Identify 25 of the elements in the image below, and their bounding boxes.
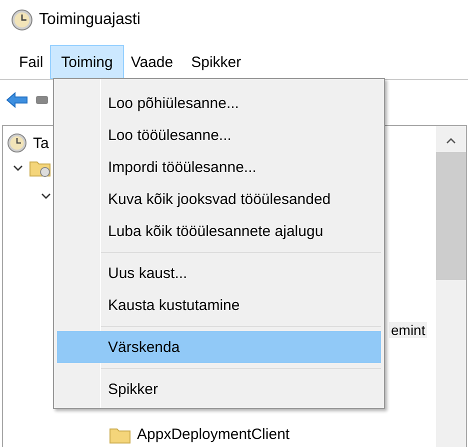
back-arrow-icon[interactable]	[6, 92, 28, 108]
scroll-up-icon[interactable]	[446, 138, 456, 144]
folder-icon	[109, 426, 131, 444]
tree-item[interactable]: emint	[389, 322, 428, 338]
menu-item[interactable]: Luba kõik tööülesannete ajalugu	[57, 215, 381, 247]
tree-item[interactable]: Ta	[33, 134, 49, 152]
menu-item[interactable]: Uus kaust...	[57, 257, 381, 289]
folder-clock-icon	[29, 159, 51, 177]
menu-item[interactable]: Loo põhiülesanne...	[57, 87, 381, 119]
menu-item[interactable]: Värskenda	[57, 331, 381, 363]
menu-item[interactable]: Toiming	[50, 45, 124, 79]
chevron-icon[interactable]	[13, 165, 23, 171]
clock-icon	[7, 133, 27, 153]
chevron-icon[interactable]	[41, 193, 51, 199]
clock-icon	[11, 9, 33, 31]
menu-item[interactable]: Impordi tööülesanne...	[57, 151, 381, 183]
menu-item[interactable]: Loo tööülesanne...	[57, 119, 381, 151]
scrollbar[interactable]	[436, 126, 466, 447]
menu-item[interactable]: Kuva kõik jooksvad tööülesanded	[57, 183, 381, 215]
tree-item[interactable]: AppxDeploymentClient	[137, 426, 290, 443]
toolbar-icon[interactable]	[36, 96, 48, 104]
window-title: Toiminguajasti	[39, 11, 140, 29]
menu-item[interactable]: Kausta kustutamine	[57, 289, 381, 321]
scroll-thumb[interactable]	[436, 152, 466, 280]
menu-item[interactable]: Spikker	[57, 373, 381, 405]
